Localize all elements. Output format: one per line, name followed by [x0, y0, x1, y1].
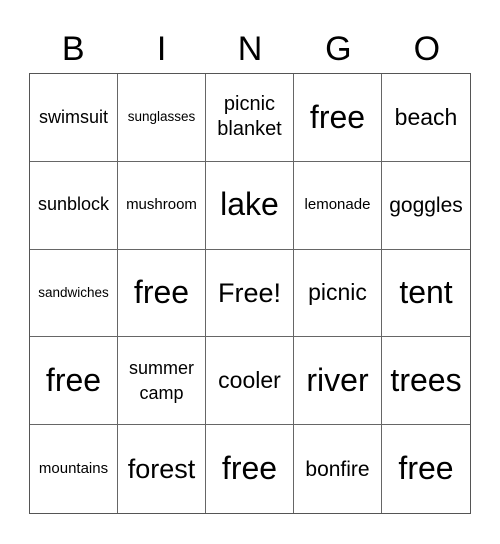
cell-text: lemonade	[304, 195, 371, 213]
header-letter-g: G	[325, 30, 352, 68]
cell-text: beach	[394, 103, 458, 130]
bingo-cell[interactable]: bonfire	[294, 425, 382, 513]
bingo-cell[interactable]: swimsuit	[30, 74, 118, 162]
cell-text: summer camp	[128, 357, 194, 403]
cell-text: free	[398, 450, 454, 487]
cell-text: picnic blanket	[217, 93, 282, 141]
bingo-cell[interactable]: sunblock	[30, 161, 118, 250]
bingo-cell[interactable]: sandwiches	[30, 249, 118, 338]
cell-text: sunglasses	[127, 108, 196, 124]
bingo-cell[interactable]: trees	[382, 337, 470, 426]
cell-text: free	[221, 450, 278, 487]
cell-text: cooler	[218, 367, 281, 394]
cell-text: picnic	[308, 279, 367, 306]
bingo-cell[interactable]: beach	[382, 74, 470, 162]
header-letter-b: B	[61, 30, 85, 68]
cell-text: swimsuit	[38, 106, 108, 127]
bingo-cell[interactable]: free	[294, 74, 382, 162]
cell-text: free	[133, 274, 190, 311]
cell-text: sunblock	[37, 194, 110, 215]
bingo-cell[interactable]: lemonade	[294, 161, 382, 250]
bingo-cell[interactable]: forest	[118, 425, 206, 513]
cell-text: lake	[220, 186, 279, 223]
cell-text: Free!	[217, 277, 282, 308]
bingo-cell[interactable]: free	[382, 425, 470, 513]
cell-text: tent	[399, 274, 453, 311]
bingo-cell[interactable]: river	[294, 337, 382, 426]
bingo-cell[interactable]: tent	[382, 250, 470, 338]
cell-text: goggles	[389, 193, 463, 217]
bingo-cell-center[interactable]: Free!	[206, 249, 294, 338]
header-letter-o: O	[413, 30, 441, 68]
cell-text: free	[45, 361, 102, 398]
bingo-cell[interactable]: picnic blanket	[206, 74, 294, 162]
bingo-cell[interactable]: cooler	[206, 337, 294, 426]
cell-text: river	[306, 361, 369, 398]
bingo-cell[interactable]: mountains	[30, 425, 118, 513]
cell-text: bonfire	[305, 457, 370, 481]
cell-text: sandwiches	[38, 284, 109, 300]
bingo-cell[interactable]: summer camp	[118, 337, 206, 426]
cell-text: mushroom	[126, 195, 197, 213]
header-letter-n: N	[237, 30, 263, 68]
bingo-cell[interactable]: picnic	[294, 249, 382, 338]
header-letter-i: I	[156, 30, 167, 68]
bingo-cell[interactable]: free	[30, 337, 118, 426]
bingo-cell[interactable]: free	[118, 249, 206, 338]
bingo-cell[interactable]: free	[206, 425, 294, 513]
cell-text: forest	[127, 453, 196, 484]
bingo-cell[interactable]: goggles	[382, 162, 470, 250]
cell-text: trees	[390, 361, 462, 398]
cell-text: mountains	[38, 459, 109, 477]
bingo-cell[interactable]: sunglasses	[118, 74, 206, 162]
bingo-cell[interactable]: lake	[206, 161, 294, 250]
bingo-header: B I N G O	[29, 26, 471, 72]
bingo-cell[interactable]: mushroom	[118, 161, 206, 250]
cell-text: free	[309, 98, 366, 135]
bingo-board: swimsuit sunglasses picnic blanket free …	[29, 73, 471, 514]
